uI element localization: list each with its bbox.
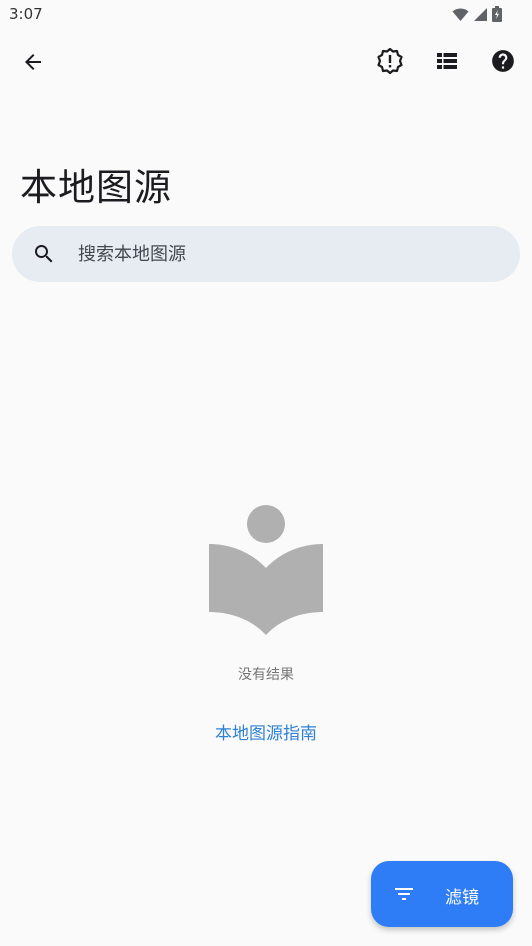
search-bar[interactable] (12, 226, 520, 282)
list-view-icon (437, 53, 457, 69)
signal-icon (474, 7, 487, 21)
page-title: 本地图源 (20, 166, 172, 209)
battery-icon (492, 6, 502, 22)
local-source-guide-link[interactable]: 本地图源指南 (0, 719, 532, 744)
reader-book-icon (209, 505, 323, 635)
display-mode-button[interactable] (427, 41, 467, 81)
filter-fab-label: 滤镜 (445, 888, 479, 908)
extension-warning-button[interactable] (370, 41, 410, 81)
status-bar: 3:07 (0, 0, 532, 28)
filter-icon (395, 888, 413, 900)
status-time: 3:07 (9, 5, 43, 23)
app-bar (0, 34, 532, 90)
help-button[interactable] (483, 41, 523, 81)
status-icons (452, 6, 502, 22)
empty-message: 没有结果 (238, 667, 294, 683)
filter-fab[interactable]: 滤镜 (371, 861, 513, 927)
back-button[interactable] (13, 42, 53, 82)
search-input[interactable] (78, 234, 498, 274)
wifi-icon (452, 8, 469, 21)
alert-badge-icon (377, 47, 403, 75)
arrow-back-icon (25, 54, 41, 70)
help-icon (492, 50, 514, 72)
search-icon (35, 245, 53, 263)
